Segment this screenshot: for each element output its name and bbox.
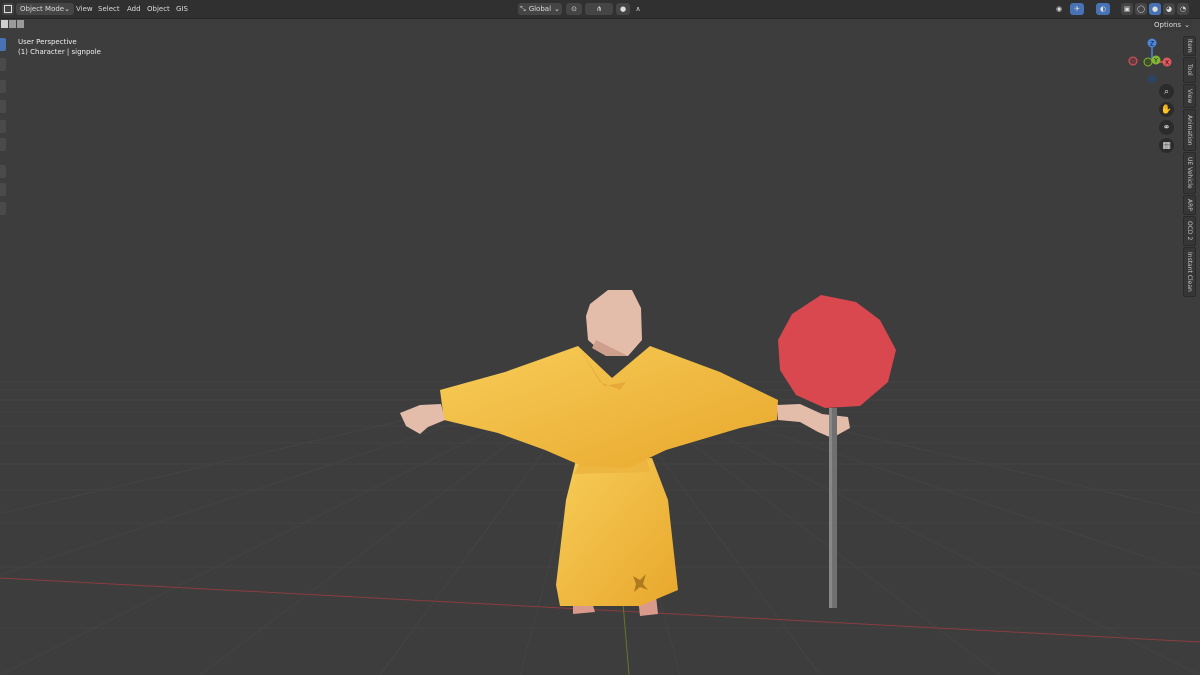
visibility-button[interactable]: ◉	[1050, 3, 1068, 15]
eye-icon: ◉	[1055, 5, 1063, 13]
tool-measure[interactable]	[0, 183, 6, 196]
object-mode-icon	[4, 5, 12, 13]
select-new-icon[interactable]	[1, 20, 8, 28]
tab-ocd-2[interactable]: OCD 2	[1183, 216, 1196, 246]
material-preview-icon: ◕	[1165, 5, 1173, 13]
xray-toggle-button[interactable]: ▣	[1121, 3, 1133, 15]
gizmo-neg-y-axis[interactable]	[1143, 57, 1153, 67]
shading-solid-icon: ●	[1151, 5, 1159, 13]
chevron-down-icon: ⌄	[1184, 21, 1190, 29]
mode-dropdown[interactable]: Object Mode ⌄	[16, 3, 74, 15]
tab-tool[interactable]: Tool	[1183, 57, 1196, 83]
editor-type-button[interactable]	[2, 3, 14, 15]
gizmo-toggle-button[interactable]: ✈	[1070, 3, 1084, 15]
mode-label: Object Mode	[20, 5, 65, 13]
falloff-icon: ∧	[635, 5, 641, 13]
tab-view[interactable]: View	[1183, 84, 1196, 108]
shading-solid-button[interactable]: ●	[1149, 3, 1161, 15]
pivot-point-button[interactable]: ⊙	[566, 3, 582, 15]
pivot-icon: ⊙	[571, 5, 577, 13]
3d-viewport[interactable]	[0, 0, 1200, 675]
tool-rotate[interactable]	[0, 100, 6, 113]
menu-add[interactable]: Add	[127, 0, 141, 18]
tab-item[interactable]: Item	[1183, 36, 1196, 56]
falloff-button[interactable]: ∧	[632, 3, 644, 15]
active-object-label: (1) Character | signpole	[18, 48, 101, 56]
camera-view-button[interactable]: ⚭	[1159, 120, 1174, 135]
shading-material-button[interactable]: ◕	[1163, 3, 1175, 15]
tab-ue-vehicle[interactable]: UE Vehicle	[1183, 152, 1196, 194]
perspective-label: User Perspective	[18, 38, 77, 46]
menu-view[interactable]: View	[76, 0, 93, 18]
options-dropdown[interactable]: Options ⌄	[1152, 19, 1192, 31]
navigation-gizmo[interactable]: Z X Y	[1124, 36, 1180, 84]
tool-scale[interactable]	[0, 120, 6, 133]
menu-gis[interactable]: GIS	[176, 0, 188, 18]
tab-instant-clean[interactable]: Instant Clean	[1183, 247, 1196, 297]
gizmo-z-label: Z	[1150, 41, 1154, 48]
viewport-header: Object Mode ⌄ View Select Add Object GIS…	[0, 0, 1200, 19]
shading-wireframe-button[interactable]: ◯	[1135, 3, 1147, 15]
camera-icon: ⚭	[1162, 122, 1171, 133]
hand-icon: ✋	[1160, 104, 1173, 115]
menu-select[interactable]: Select	[98, 0, 120, 18]
gizmo-x-label: X	[1165, 60, 1169, 67]
overlay-icon: ◐	[1099, 5, 1107, 13]
transform-orientation-label: Global	[528, 5, 552, 13]
shading-rendered-button[interactable]: ◔	[1177, 3, 1189, 15]
transform-orientation-dropdown[interactable]: ⤡ Global ⌄	[518, 3, 562, 15]
gizmo-neg-z-axis[interactable]	[1148, 75, 1156, 83]
snap-button[interactable]: ⋔	[585, 3, 613, 15]
select-extend-icon[interactable]	[9, 20, 16, 28]
options-label: Options	[1154, 21, 1182, 29]
select-subtract-icon[interactable]	[17, 20, 24, 28]
proportional-icon: ●	[619, 5, 627, 13]
xray-icon: ▣	[1123, 5, 1131, 13]
chevron-down-icon: ⌄	[554, 5, 560, 13]
tool-cursor[interactable]	[0, 58, 6, 71]
tool-annotate[interactable]	[0, 165, 6, 178]
proportional-editing-button[interactable]: ●	[616, 3, 630, 15]
viewport-info: User Perspective (1) Character | signpol…	[18, 37, 101, 57]
chevron-down-icon: ⌄	[64, 5, 70, 13]
rendered-icon: ◔	[1179, 5, 1187, 13]
wireframe-icon: ◯	[1137, 5, 1145, 13]
gizmo-icon: ✈	[1074, 5, 1080, 13]
gizmo-y-label: Y	[1153, 58, 1158, 65]
gizmo-neg-x-axis[interactable]	[1128, 56, 1138, 66]
tab-animation[interactable]: Animation	[1183, 109, 1196, 151]
tool-move[interactable]	[0, 80, 6, 93]
pan-button[interactable]: ✋	[1159, 102, 1174, 117]
transform-orientation-icon: ⤡	[520, 4, 526, 13]
grid-icon: ▦	[1162, 140, 1171, 151]
tool-select-box[interactable]	[0, 38, 6, 51]
overlay-toggle-button[interactable]: ◐	[1096, 3, 1110, 15]
viewport-subheader: Options ⌄	[0, 19, 1200, 31]
zoom-button[interactable]: ⌕	[1159, 84, 1174, 99]
tab-arp[interactable]: ARP	[1183, 195, 1196, 215]
tool-transform[interactable]	[0, 138, 6, 151]
snap-icon: ⋔	[596, 5, 602, 13]
menu-object[interactable]: Object	[147, 0, 170, 18]
tool-add-cube[interactable]	[0, 202, 6, 215]
zoom-icon: ⌕	[1163, 86, 1170, 97]
selection-mode-buttons[interactable]	[1, 20, 25, 29]
ortho-toggle-button[interactable]: ▦	[1159, 138, 1174, 153]
